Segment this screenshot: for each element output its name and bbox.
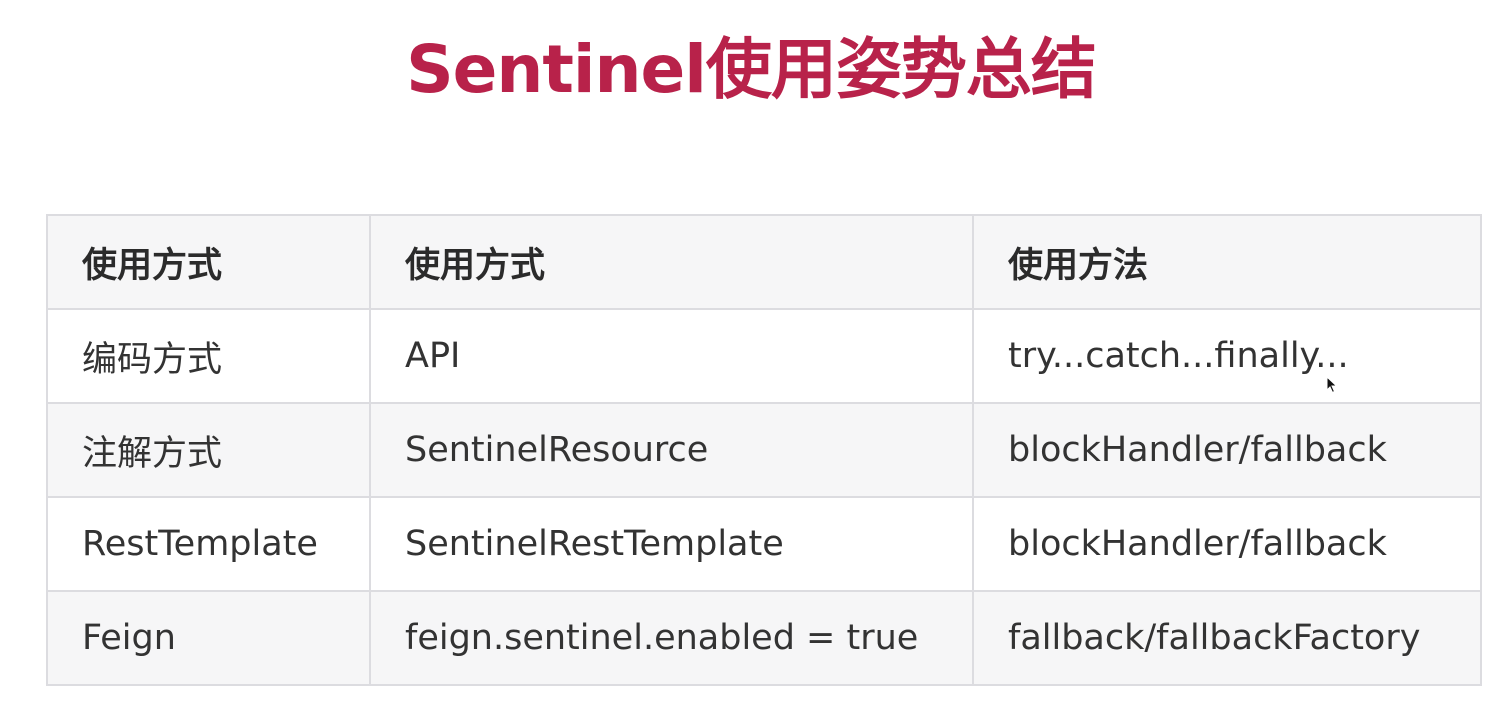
table-row: 注解方式 SentinelResource blockHandler/fallb… xyxy=(46,402,1482,498)
table-cell: SentinelResource xyxy=(369,402,974,498)
table-cell: Feign xyxy=(46,590,371,686)
table-cell: blockHandler/fallback xyxy=(972,402,1482,498)
table-row: RestTemplate SentinelRestTemplate blockH… xyxy=(46,496,1482,592)
header-cell-usage-way-2: 使用方式 xyxy=(369,214,974,310)
table-cell: SentinelRestTemplate xyxy=(369,496,974,592)
header-cell-usage-way: 使用方式 xyxy=(46,214,371,310)
table-cell: 编码方式 xyxy=(46,308,371,404)
table-cell: try...catch...finally... xyxy=(972,308,1482,404)
table-row: Feign feign.sentinel.enabled = true fall… xyxy=(46,590,1482,686)
slide: Sentinel使用姿势总结 使用方式 使用方式 使用方法 编码方式 API t… xyxy=(0,0,1502,719)
table-cell: API xyxy=(369,308,974,404)
slide-title: Sentinel使用姿势总结 xyxy=(406,31,1097,108)
mouse-cursor-icon xyxy=(1326,376,1338,394)
table-cell: 注解方式 xyxy=(46,402,371,498)
table-header-row: 使用方式 使用方式 使用方法 xyxy=(46,214,1482,310)
summary-table: 使用方式 使用方式 使用方法 编码方式 API try...catch...fi… xyxy=(46,214,1482,686)
table-cell: fallback/fallbackFactory xyxy=(972,590,1482,686)
table-row: 编码方式 API try...catch...finally... xyxy=(46,308,1482,404)
header-cell-usage-method: 使用方法 xyxy=(972,214,1482,310)
table-cell: RestTemplate xyxy=(46,496,371,592)
table-cell: blockHandler/fallback xyxy=(972,496,1482,592)
table-cell: feign.sentinel.enabled = true xyxy=(369,590,974,686)
